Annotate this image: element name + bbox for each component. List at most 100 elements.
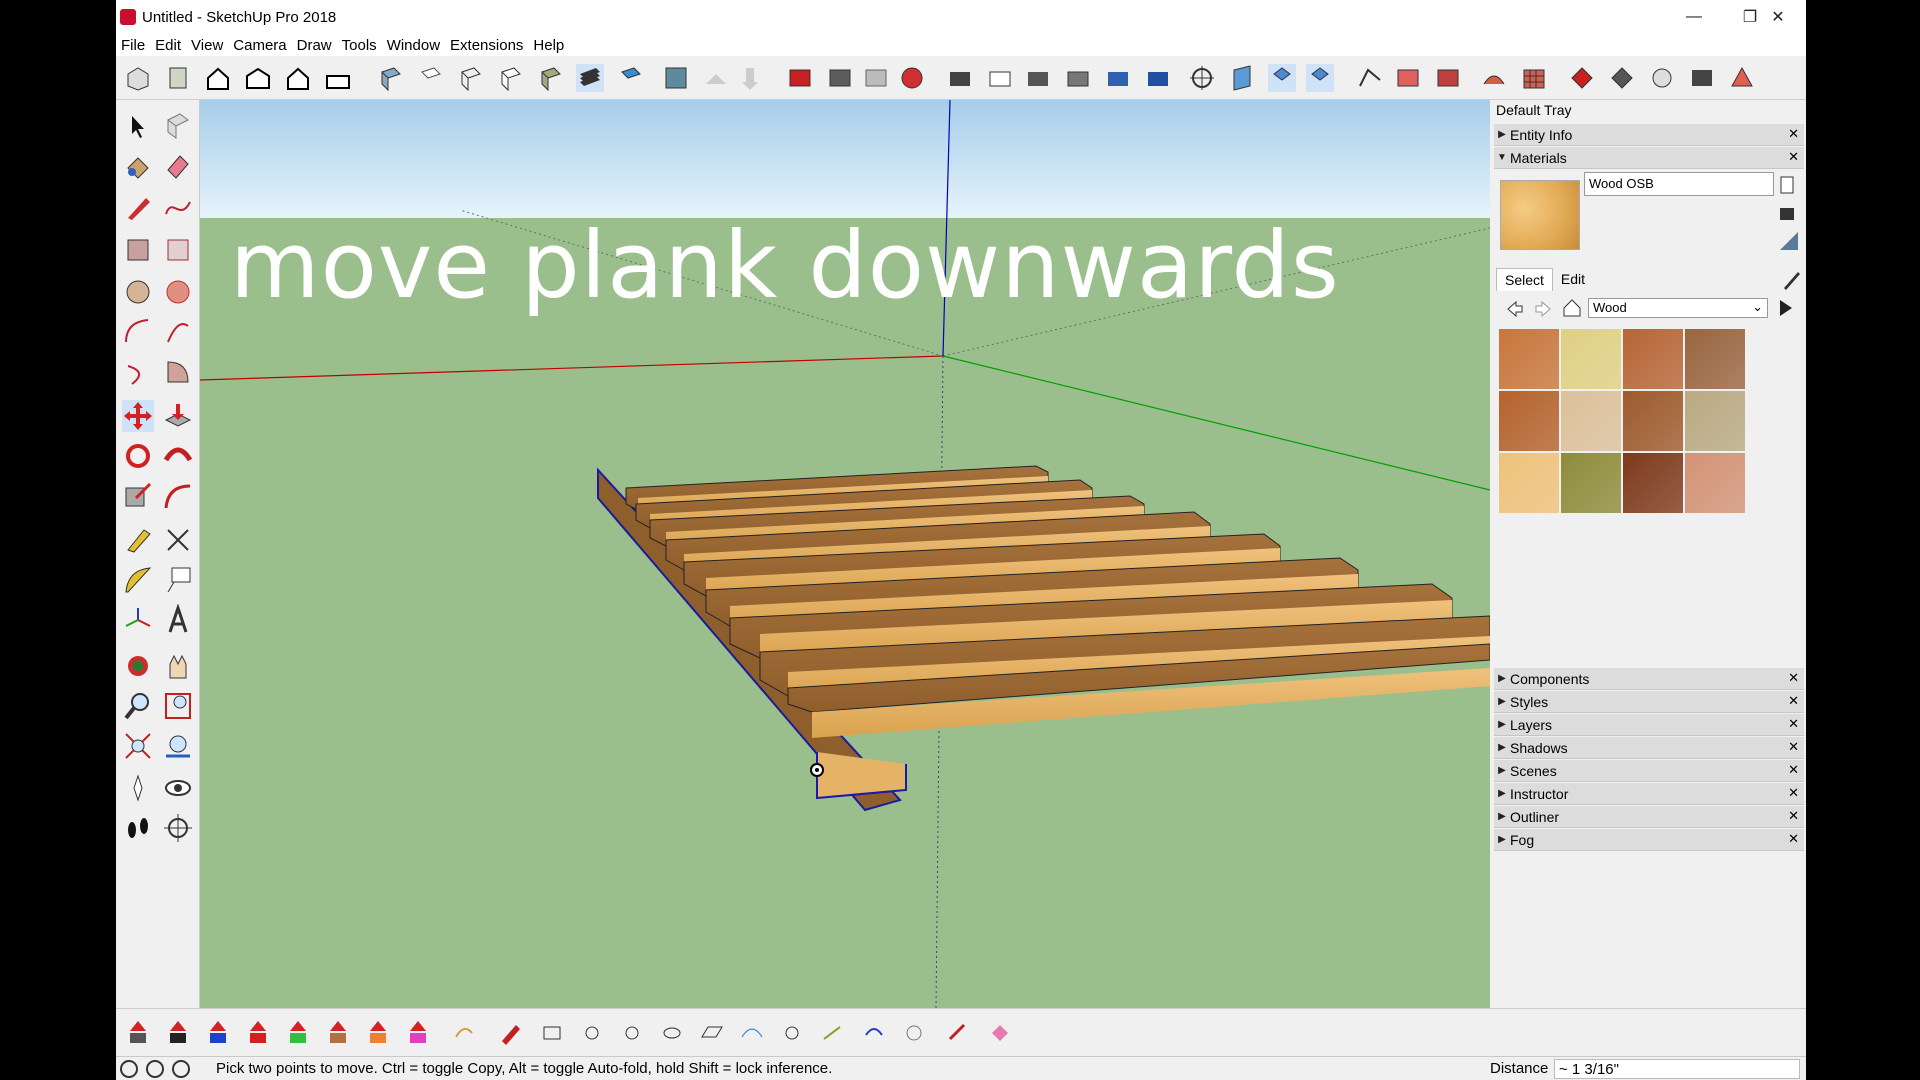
close-icon[interactable]: ✕ [1788, 716, 1799, 732]
create-material-icon[interactable] [1778, 174, 1796, 196]
shaded-textures-icon[interactable] [576, 64, 604, 92]
close-icon[interactable]: ✕ [1788, 693, 1799, 709]
layout-icon[interactable] [1688, 64, 1716, 92]
menu-edit[interactable]: Edit [150, 37, 186, 54]
zoom-extents-icon[interactable] [122, 730, 154, 762]
sandbox-add-detail-icon[interactable] [1568, 64, 1596, 92]
text-icon[interactable] [162, 564, 194, 596]
polygon-icon[interactable] [162, 276, 194, 308]
panel-shadows[interactable]: ▶ Shadows ✕ [1494, 737, 1804, 759]
material-swatch[interactable] [1685, 453, 1745, 513]
tool-icon[interactable] [944, 1019, 972, 1047]
share-model-icon[interactable] [164, 64, 192, 92]
follow-me-icon[interactable] [162, 440, 194, 472]
panel-components[interactable]: ▶ Components ✕ [1494, 668, 1804, 690]
forward-arrow-icon[interactable] [1534, 300, 1552, 318]
tool-icon[interactable] [818, 1019, 846, 1047]
previous-view-icon[interactable] [162, 730, 194, 762]
close-icon[interactable]: ✕ [1788, 149, 1799, 165]
move-icon[interactable] [122, 400, 154, 432]
menu-draw[interactable]: Draw [292, 37, 337, 54]
tool-icon[interactable] [698, 1019, 726, 1047]
wireframe-icon[interactable] [456, 64, 484, 92]
menu-view[interactable]: View [186, 37, 228, 54]
walk-icon[interactable] [122, 812, 154, 844]
tool-icon[interactable] [450, 1019, 478, 1047]
back-arrow-icon[interactable] [1506, 300, 1524, 318]
sandbox-icon[interactable] [1648, 64, 1676, 92]
tool-icon[interactable] [284, 1019, 312, 1047]
add-location-icon[interactable] [662, 64, 690, 92]
tool-icon[interactable] [538, 1019, 566, 1047]
orbit-icon[interactable] [122, 650, 154, 682]
rectangle-icon[interactable] [122, 234, 154, 266]
tool-icon[interactable] [124, 1019, 152, 1047]
menu-help[interactable]: Help [528, 37, 569, 54]
material-swatch[interactable] [1685, 329, 1745, 389]
sandbox-drape-icon[interactable] [1434, 64, 1462, 92]
material-swatch[interactable] [1499, 453, 1559, 513]
close-icon[interactable]: ✕ [1788, 126, 1799, 142]
push-pull-icon[interactable] [162, 400, 194, 432]
paint-bucket-icon[interactable] [122, 150, 154, 182]
section-plane-icon[interactable] [1228, 64, 1256, 92]
circle-icon[interactable] [122, 276, 154, 308]
sandbox-flip-edge-icon[interactable] [1608, 64, 1636, 92]
trim-icon[interactable] [1104, 64, 1132, 92]
model-viewport[interactable]: move plank downwards [200, 100, 1490, 1008]
details-arrow-icon[interactable] [1776, 298, 1796, 318]
material-swatch[interactable] [1499, 329, 1559, 389]
share-component-icon[interactable] [826, 64, 854, 92]
scale-icon[interactable] [122, 480, 154, 512]
union-icon[interactable] [1024, 64, 1052, 92]
two-point-arc-icon[interactable] [162, 316, 194, 348]
right-view-icon[interactable] [324, 64, 352, 92]
tool-icon[interactable] [860, 1019, 888, 1047]
menu-camera[interactable]: Camera [228, 37, 291, 54]
back-edges-icon[interactable] [416, 64, 444, 92]
rotate-icon[interactable] [122, 440, 154, 472]
display-section-planes-icon[interactable] [1268, 64, 1296, 92]
3d-warehouse-icon[interactable] [786, 64, 814, 92]
display-secondary-pane-icon[interactable] [1778, 204, 1796, 224]
close-icon[interactable]: ✕ [1788, 785, 1799, 801]
close-icon[interactable]: ✕ [1788, 739, 1799, 755]
monochrome-icon[interactable] [616, 64, 644, 92]
freehand-icon[interactable] [162, 192, 194, 224]
tool-icon[interactable] [364, 1019, 392, 1047]
extension-warehouse-icon[interactable] [862, 64, 890, 92]
pan-icon[interactable] [162, 650, 194, 682]
3d-text-icon[interactable] [162, 604, 194, 636]
material-swatch[interactable] [1623, 329, 1683, 389]
tool-icon[interactable] [658, 1019, 686, 1047]
outer-shell-icon[interactable] [946, 64, 974, 92]
menu-window[interactable]: Window [382, 37, 445, 54]
zoom-window-icon[interactable] [162, 690, 194, 722]
panel-materials[interactable]: ▼ Materials ✕ [1494, 147, 1804, 169]
close-icon[interactable]: ✕ [1788, 762, 1799, 778]
shaded-icon[interactable] [536, 64, 564, 92]
tool-icon[interactable] [496, 1019, 524, 1047]
tool-icon[interactable] [164, 1019, 192, 1047]
toggle-terrain-icon[interactable] [702, 64, 730, 92]
tool-icon[interactable] [778, 1019, 806, 1047]
tool-icon[interactable] [324, 1019, 352, 1047]
rotated-rectangle-icon[interactable] [162, 234, 194, 266]
display-section-cuts-icon[interactable] [1306, 64, 1334, 92]
position-camera-target-icon[interactable] [1188, 64, 1216, 92]
panel-layers[interactable]: ▶ Layers ✕ [1494, 714, 1804, 736]
photo-textures-icon[interactable] [736, 64, 764, 92]
tab-select[interactable]: Select [1496, 268, 1553, 291]
look-around-icon[interactable] [162, 772, 194, 804]
extension-manager-icon[interactable] [898, 64, 926, 92]
close-icon[interactable]: ✕ [1788, 808, 1799, 824]
tool-icon[interactable] [244, 1019, 272, 1047]
material-library-select[interactable]: Wood ⌄ [1588, 298, 1768, 318]
top-view-icon[interactable] [244, 64, 272, 92]
tab-edit[interactable]: Edit [1553, 268, 1593, 291]
offset-icon[interactable] [162, 480, 194, 512]
sample-paint-icon[interactable] [1778, 230, 1800, 252]
style-builder-icon[interactable] [1728, 64, 1756, 92]
intersect-icon[interactable] [986, 64, 1014, 92]
material-swatch[interactable] [1685, 391, 1745, 451]
